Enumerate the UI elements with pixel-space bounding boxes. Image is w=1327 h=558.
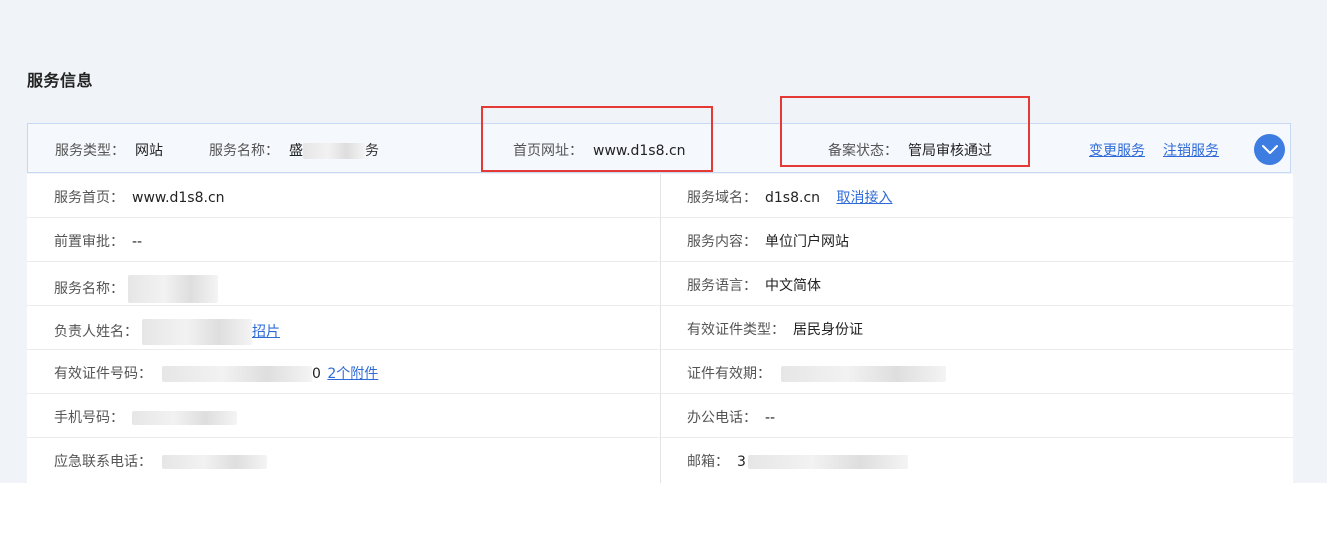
service-type-label: 服务类型： bbox=[55, 143, 125, 159]
filing-status-value: 管局审核通过 bbox=[908, 143, 992, 159]
service-detail-table: 服务首页： www.d1s8.cn 服务域名： d1s8.cn 取消接入 前置审批：… bbox=[27, 174, 1293, 483]
field-value: 居民身份证 bbox=[793, 322, 863, 338]
field-value: -- bbox=[132, 234, 143, 250]
mobile-field: 手机号码： bbox=[54, 407, 237, 427]
table-row: 有效证件号码： 0 2个附件 证件有效期： bbox=[27, 350, 1293, 394]
field-label: 服务名称： bbox=[54, 281, 124, 297]
service-language-field: 服务语言： 中文简体 bbox=[687, 275, 821, 295]
field-label: 服务语言： bbox=[687, 278, 757, 294]
id-number-tail: 0 bbox=[312, 366, 321, 382]
service-type-value: 网站 bbox=[135, 143, 163, 159]
field-label: 应急联系电话： bbox=[54, 454, 152, 470]
field-label: 有效证件类型： bbox=[687, 322, 785, 338]
table-row: 手机号码： 办公电话： -- bbox=[27, 394, 1293, 438]
service-name-label: 服务名称： bbox=[209, 143, 279, 159]
service-name-prefix: 盛 bbox=[289, 143, 303, 159]
attachments-link[interactable]: 2个附件 bbox=[327, 366, 378, 382]
table-row: 负责人姓名： 招片 有效证件类型： 居民身份证 bbox=[27, 306, 1293, 350]
emergency-phone-field: 应急联系电话： bbox=[54, 451, 267, 471]
redacted-value bbox=[747, 455, 908, 469]
field-label: 邮箱： bbox=[687, 454, 729, 470]
field-value: d1s8.cn bbox=[765, 190, 821, 206]
field-label: 证件有效期： bbox=[687, 366, 771, 382]
field-label: 手机号码： bbox=[54, 410, 124, 426]
cancel-access-link[interactable]: 取消接入 bbox=[836, 190, 892, 206]
email-prefix: 3 bbox=[737, 454, 746, 470]
filing-status: 备案状态： 管局审核通过 bbox=[828, 140, 992, 160]
field-value: -- bbox=[765, 410, 776, 426]
redacted-value bbox=[132, 411, 237, 425]
id-validity-field: 证件有效期： bbox=[687, 363, 946, 383]
homepage-value: www.d1s8.cn bbox=[593, 143, 686, 159]
field-label: 服务内容： bbox=[687, 234, 757, 250]
field-label: 负责人姓名： bbox=[54, 324, 138, 340]
homepage-label: 首页网址： bbox=[513, 143, 583, 159]
id-number-field: 有效证件号码： 0 2个附件 bbox=[54, 363, 378, 383]
field-value: www.d1s8.cn bbox=[132, 190, 225, 206]
pre-approval-field: 前置审批： -- bbox=[54, 231, 142, 251]
photo-link[interactable]: 招片 bbox=[252, 324, 280, 340]
service-name-field: 服务名称： bbox=[54, 275, 218, 303]
homepage-field: 服务首页： www.d1s8.cn bbox=[54, 187, 225, 207]
id-type-field: 有效证件类型： 居民身份证 bbox=[687, 319, 863, 339]
table-row: 服务名称： 服务语言： 中文简体 bbox=[27, 262, 1293, 306]
office-phone-field: 办公电话： -- bbox=[687, 407, 775, 427]
redacted-value bbox=[128, 275, 218, 303]
service-content-field: 服务内容： 单位门户网站 bbox=[687, 231, 849, 251]
service-summary-header[interactable]: 服务类型： 网站 服务名称： 盛 务 首页网址： www.d1s8.cn 备案状态： 管局… bbox=[27, 123, 1291, 173]
field-label: 服务域名： bbox=[687, 190, 757, 206]
field-label: 办公电话： bbox=[687, 410, 757, 426]
redacted-value bbox=[781, 366, 946, 382]
table-row: 应急联系电话： 邮箱： 3 bbox=[27, 438, 1293, 482]
field-value: 中文简体 bbox=[765, 278, 821, 294]
redacted-service-name bbox=[303, 143, 365, 159]
page: 服务信息 服务类型： 网站 服务名称： 盛 务 首页网址： www.d1s8.cn 备案… bbox=[0, 0, 1327, 558]
email-field: 邮箱： 3 bbox=[687, 451, 908, 471]
chevron-down-icon bbox=[1261, 144, 1278, 154]
service-name: 服务名称： 盛 务 bbox=[209, 140, 379, 160]
redacted-value bbox=[162, 455, 267, 469]
expand-toggle-button[interactable] bbox=[1254, 134, 1285, 165]
field-value: 单位门户网站 bbox=[765, 234, 849, 250]
change-service-link[interactable]: 变更服务 bbox=[1089, 140, 1145, 160]
bottom-blank-area bbox=[0, 483, 1327, 558]
redacted-value bbox=[142, 319, 252, 345]
section-title: 服务信息 bbox=[27, 71, 94, 90]
table-row: 服务首页： www.d1s8.cn 服务域名： d1s8.cn 取消接入 bbox=[27, 174, 1293, 218]
homepage-url: 首页网址： www.d1s8.cn bbox=[513, 140, 686, 160]
service-type: 服务类型： 网站 bbox=[55, 140, 163, 160]
owner-name-field: 负责人姓名： 招片 bbox=[54, 319, 280, 345]
domain-field: 服务域名： d1s8.cn 取消接入 bbox=[687, 187, 892, 207]
field-label: 前置审批： bbox=[54, 234, 124, 250]
service-name-suffix: 务 bbox=[365, 143, 379, 159]
cancel-service-link[interactable]: 注销服务 bbox=[1163, 140, 1219, 160]
table-row: 前置审批： -- 服务内容： 单位门户网站 bbox=[27, 218, 1293, 262]
redacted-value bbox=[162, 366, 312, 382]
field-label: 服务首页： bbox=[54, 190, 124, 206]
filing-status-label: 备案状态： bbox=[828, 143, 898, 159]
field-label: 有效证件号码： bbox=[54, 366, 152, 382]
